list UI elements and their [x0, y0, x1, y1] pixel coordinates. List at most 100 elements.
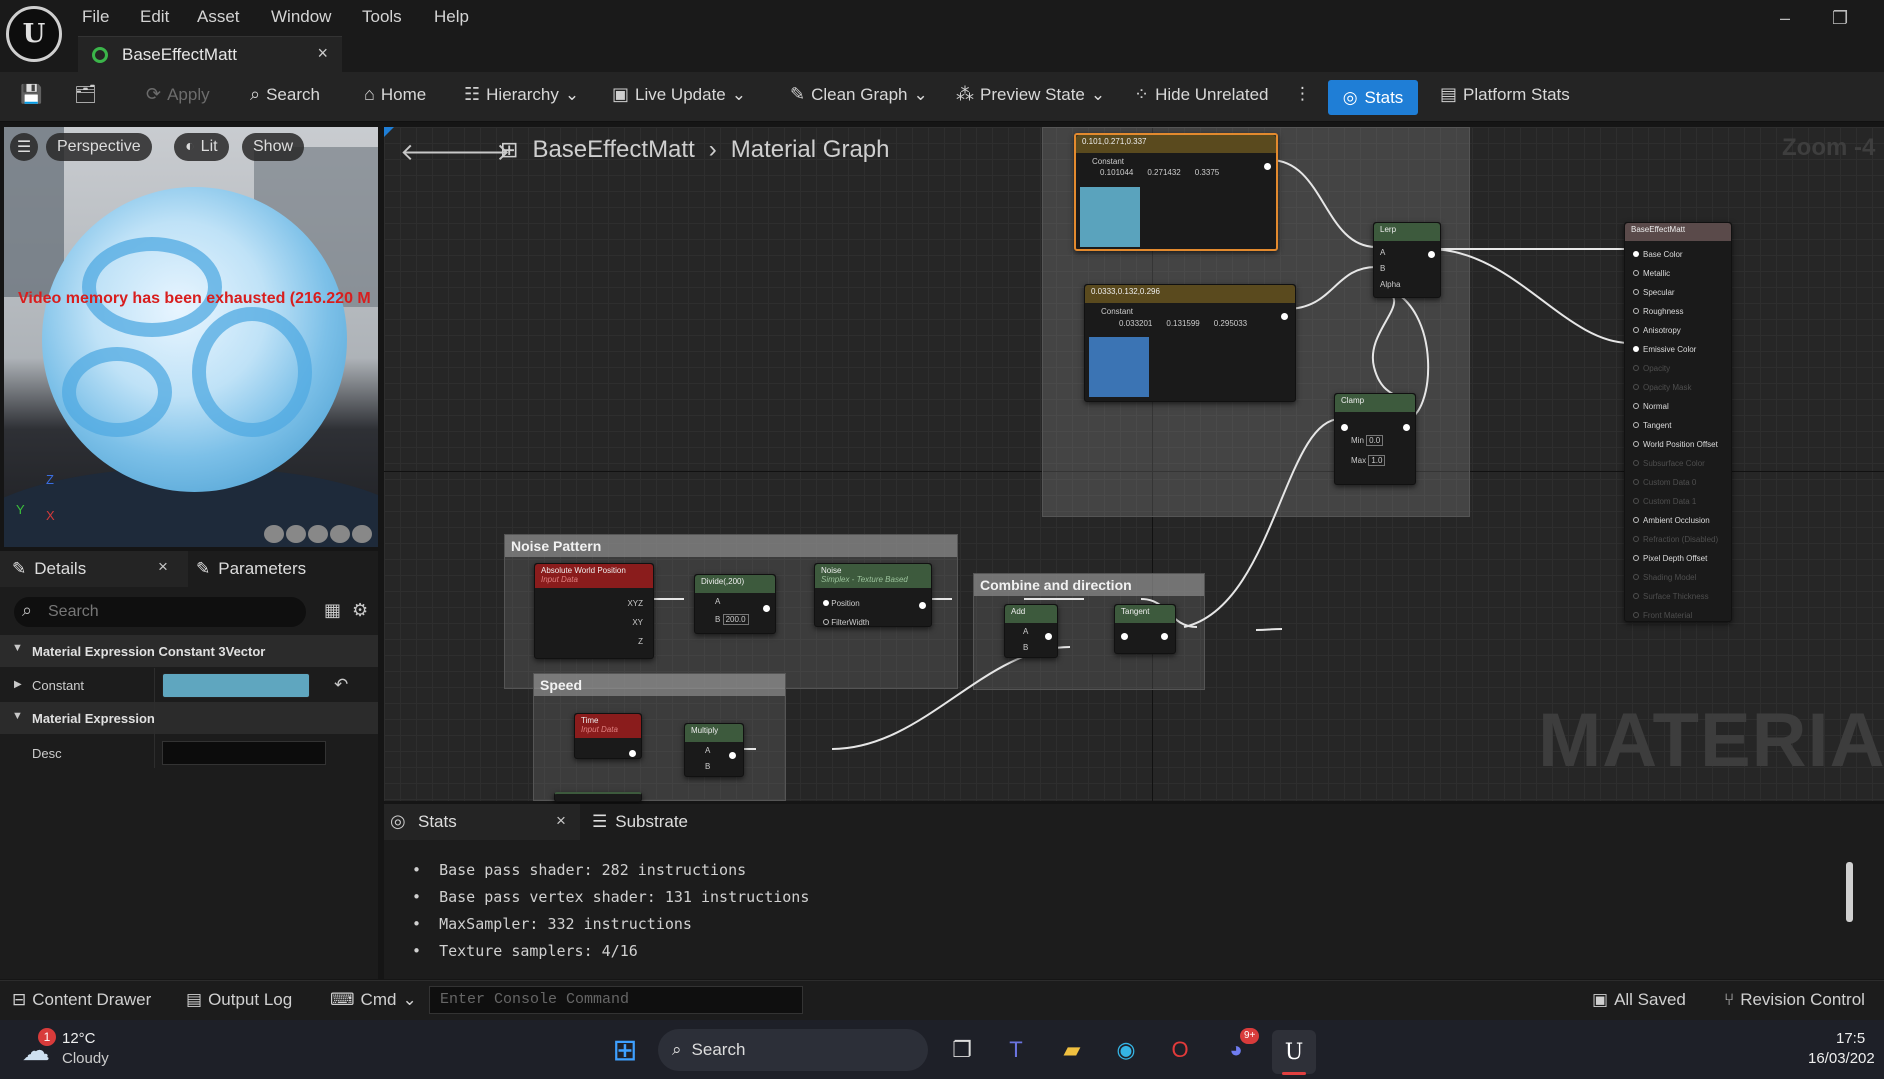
hierarchy-button[interactable]: ☷ Hierarchy ⌄	[464, 84, 579, 105]
stats-button[interactable]: ◎ Stats	[1328, 80, 1418, 115]
output-pin[interactable]	[629, 744, 636, 762]
details-search-input[interactable]: Search	[14, 597, 306, 627]
input-pin[interactable]	[1341, 418, 1348, 436]
opera-icon[interactable]: O	[1160, 1030, 1200, 1070]
sphere-icon[interactable]	[286, 525, 306, 543]
output-pin[interactable]	[1428, 245, 1435, 263]
file-explorer-icon[interactable]: ▰	[1052, 1030, 1092, 1070]
substrate-tab[interactable]: ☰ Substrate	[592, 804, 688, 840]
lit-button[interactable]: ◐ Lit	[174, 133, 229, 161]
restore-icon[interactable]: ❐	[1832, 8, 1848, 29]
plane-icon[interactable]	[308, 525, 328, 543]
minimize-icon[interactable]: –	[1780, 8, 1790, 29]
output-pin-row[interactable]: Normal	[1633, 397, 1718, 416]
value-z[interactable]: 0.3375	[1195, 168, 1219, 177]
output-pin-row[interactable]: Subsurface Color	[1633, 454, 1718, 473]
all-saved-button[interactable]: ▣ All Saved	[1592, 990, 1686, 1010]
close-icon[interactable]: ×	[556, 811, 566, 831]
clamp-min-value[interactable]: 0.0	[1366, 435, 1384, 446]
table-view-icon[interactable]: ▦	[324, 600, 341, 621]
unreal-taskbar-icon[interactable]: U	[1272, 1030, 1316, 1074]
live-update-button[interactable]: ▣ Live Update ⌄	[612, 84, 746, 105]
add-node[interactable]: Add A B	[1004, 604, 1058, 658]
home-button[interactable]: ⌂ Home	[364, 84, 426, 105]
noise-node[interactable]: Noise Simplex - Texture Based Position Fi…	[814, 563, 932, 627]
partial-node[interactable]	[554, 792, 642, 802]
console-input[interactable]: Enter Console Command	[429, 986, 803, 1014]
constant-node-2[interactable]: 0.0333,0.132,0.296 Constant 0.033201 0.1…	[1084, 284, 1296, 402]
document-tab[interactable]: BaseEffectMatt ×	[78, 36, 342, 72]
lerp-node[interactable]: Lerp A B Alpha	[1373, 222, 1441, 298]
parameters-tab[interactable]: ✎ Parameters	[196, 551, 306, 587]
output-pin-row[interactable]: Opacity Mask	[1633, 378, 1718, 397]
pin-alpha[interactable]: Alpha	[1380, 277, 1400, 293]
preview-state-button[interactable]: ⁂ Preview State ⌄	[956, 84, 1105, 105]
output-pin-row[interactable]: Shading Model	[1633, 568, 1718, 587]
pin-position[interactable]: Position	[823, 594, 869, 613]
perspective-button[interactable]: Perspective	[46, 133, 152, 161]
output-pin[interactable]	[1264, 157, 1271, 175]
clamp-max-value[interactable]: 1.0	[1368, 455, 1386, 466]
output-pin-row[interactable]: Specular	[1633, 283, 1718, 302]
constant-color-swatch[interactable]	[162, 673, 310, 698]
save-button[interactable]: 💾	[20, 84, 42, 105]
stats-tab[interactable]: Stats	[384, 804, 580, 840]
menu-file[interactable]: File	[76, 5, 115, 29]
close-icon[interactable]: ×	[158, 557, 168, 577]
output-pin-row[interactable]: Ambient Occlusion	[1633, 511, 1718, 530]
output-pin[interactable]	[763, 599, 770, 617]
search-button[interactable]: ⌕ Search	[250, 84, 320, 105]
preview-shape-buttons[interactable]	[264, 525, 372, 543]
revision-control-button[interactable]: ⑂ Revision Control	[1724, 990, 1865, 1010]
output-pin-row[interactable]: Surface Thickness	[1633, 587, 1718, 606]
menu-tools[interactable]: Tools	[356, 5, 408, 29]
show-button[interactable]: Show	[242, 133, 305, 161]
output-pin-row[interactable]: World Position Offset	[1633, 435, 1718, 454]
material-output-node[interactable]: BaseEffectMatt Base Color Metallic Specula…	[1624, 222, 1732, 622]
output-pin[interactable]	[1403, 418, 1410, 436]
edge-icon[interactable]: ◉	[1106, 1030, 1146, 1070]
close-icon[interactable]: ×	[317, 43, 328, 64]
pin-xy[interactable]: XY	[627, 613, 643, 632]
cube-icon[interactable]	[330, 525, 350, 543]
output-pin-row[interactable]: Pixel Depth Offset	[1633, 549, 1718, 568]
menu-edit[interactable]: Edit	[134, 5, 175, 29]
details-tab[interactable]: ✎ Details	[12, 551, 86, 587]
pin-filterwidth[interactable]: FilterWidth	[823, 613, 869, 632]
value-y[interactable]: 0.131599	[1166, 319, 1199, 328]
output-log-button[interactable]: ▤ Output Log	[186, 990, 292, 1010]
menu-help[interactable]: Help	[428, 5, 475, 29]
menu-window[interactable]: Window	[265, 5, 337, 29]
browse-button[interactable]: 🗂	[74, 84, 97, 105]
preview-viewport[interactable]: Video memory has been exhausted (216.220…	[4, 127, 378, 547]
windows-start-icon[interactable]: ⊞	[605, 1030, 645, 1070]
collapse-arrow-icon[interactable]: ▼	[12, 642, 23, 654]
value-x[interactable]: 0.101044	[1100, 168, 1133, 177]
clamp-node[interactable]: Clamp Min 0.0 Max 1.0	[1334, 393, 1416, 485]
scrollbar[interactable]	[1846, 862, 1853, 922]
multiply-node[interactable]: Multiply A B	[684, 723, 744, 777]
output-pin[interactable]	[1045, 627, 1052, 645]
output-pin-row[interactable]: Opacity	[1633, 359, 1718, 378]
output-pin-row[interactable]: Anisotropy	[1633, 321, 1718, 340]
collapse-arrow-icon[interactable]: ▼	[12, 710, 23, 722]
input-pin[interactable]	[1121, 627, 1128, 645]
taskbar-search[interactable]: ⌕ Search	[658, 1029, 928, 1071]
pin-a[interactable]: A	[1023, 627, 1028, 636]
section-material-expression[interactable]: Material Expression	[0, 702, 378, 734]
output-pin[interactable]	[729, 746, 736, 764]
output-pin[interactable]	[1281, 307, 1288, 325]
pin-a[interactable]: A	[1380, 245, 1400, 261]
menu-asset[interactable]: Asset	[191, 5, 246, 29]
settings-gear-icon[interactable]: ⚙	[352, 600, 368, 621]
divide-node[interactable]: Divide(,200) A B 200.0	[694, 574, 776, 634]
clean-graph-button[interactable]: ✎ Clean Graph ⌄	[790, 84, 928, 105]
output-pin-row[interactable]: Custom Data 0	[1633, 473, 1718, 492]
pin-a[interactable]: A	[705, 746, 710, 755]
value-y[interactable]: 0.271432	[1147, 168, 1180, 177]
teams-icon[interactable]: T	[996, 1030, 1036, 1070]
output-pin[interactable]	[1161, 627, 1168, 645]
tangent-node[interactable]: Tangent	[1114, 604, 1176, 654]
value-z[interactable]: 0.295033	[1214, 319, 1247, 328]
expand-arrow-icon[interactable]: ▶	[14, 679, 22, 690]
